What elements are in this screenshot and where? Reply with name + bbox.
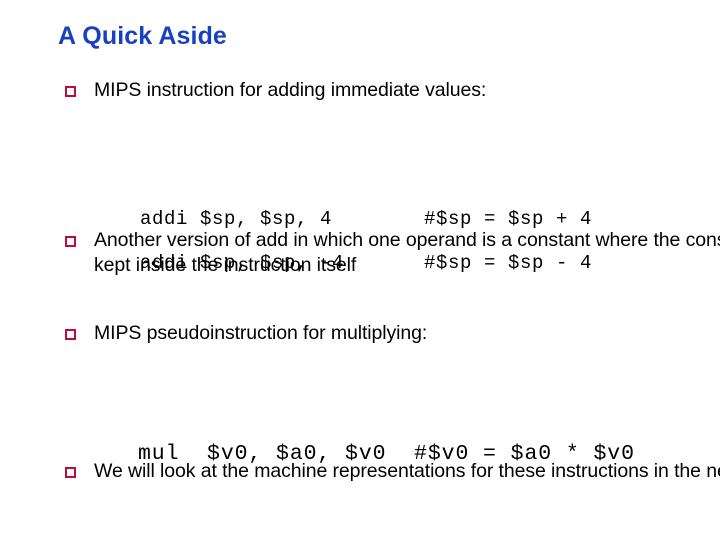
hollow-square-bullet-icon xyxy=(65,236,76,247)
list-item: MIPS instruction for adding immediate va… xyxy=(0,78,720,103)
list-item: MIPS pseudoinstruction for multiplying: xyxy=(0,321,720,346)
list-item: We will look at the machine representati… xyxy=(0,459,720,484)
hollow-square-bullet-icon xyxy=(65,86,76,97)
list-item-label: MIPS pseudoinstruction for multiplying: xyxy=(94,322,428,344)
list-item-label: Another version of add in which one oper… xyxy=(94,229,720,276)
list-item-label: We will look at the machine representati… xyxy=(94,460,720,482)
hollow-square-bullet-icon xyxy=(65,329,76,340)
slide-canvas: A Quick Aside MIPS instruction for addin… xyxy=(0,0,720,540)
hollow-square-bullet-icon xyxy=(65,467,76,478)
page-title: A Quick Aside xyxy=(58,22,227,50)
list-item-label: MIPS instruction for adding immediate va… xyxy=(94,79,487,101)
list-item: Another version of add in which one oper… xyxy=(0,228,720,278)
